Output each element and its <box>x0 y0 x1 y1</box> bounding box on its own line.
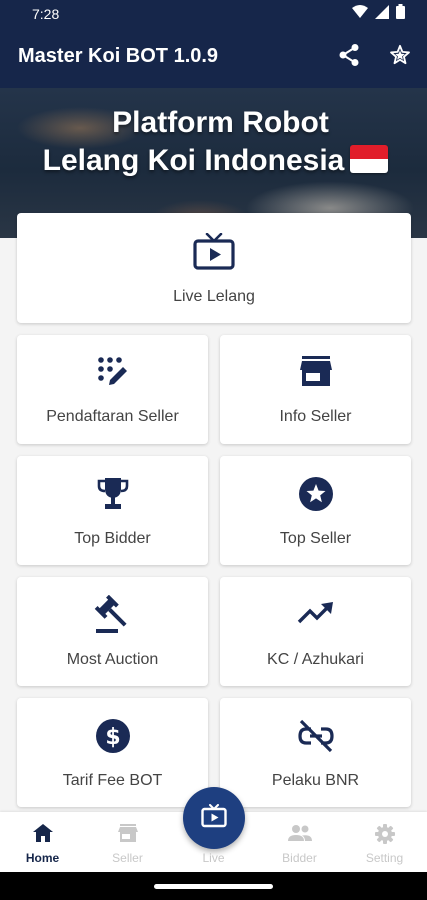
nav-item-seller[interactable]: Seller <box>85 812 170 872</box>
star-rate-icon <box>389 44 411 71</box>
top-seller-card[interactable]: Top Seller <box>220 456 411 565</box>
gear-icon <box>342 824 427 844</box>
top-seller-label: Top Seller <box>279 530 352 547</box>
pelaku-bnr-card[interactable]: Pelaku BNR <box>220 698 411 807</box>
live-lelang-label: Live Lelang <box>173 288 255 305</box>
nav-item-home[interactable]: Home <box>0 812 85 872</box>
info-seller-card[interactable]: Info Seller <box>220 335 411 444</box>
star-badge-icon <box>220 476 411 512</box>
indonesia-flag-icon <box>350 145 389 173</box>
nav-label-bidder: Bidder <box>282 851 317 865</box>
nav-item-bidder[interactable]: Bidder <box>257 812 342 872</box>
kc-azhukari-label: KC / Azhukari <box>267 651 364 668</box>
live-tv-icon <box>201 803 227 833</box>
pendaftaran-seller-card[interactable]: Pendaftaran Seller <box>17 335 208 444</box>
nav-label-seller: Seller <box>112 851 143 865</box>
signal-icon <box>375 4 389 24</box>
dollar-circle-icon: $ <box>17 718 208 754</box>
most-auction-label: Most Auction <box>66 651 159 668</box>
live-lelang-card[interactable]: Live Lelang <box>17 213 411 323</box>
live-fab-button[interactable] <box>183 787 245 849</box>
trophy-icon <box>17 476 208 512</box>
status-time: 7:28 <box>32 6 60 22</box>
gesture-handle[interactable] <box>154 884 273 889</box>
nav-label-setting: Setting <box>365 851 404 865</box>
svg-text:$: $ <box>105 725 120 750</box>
status-icons <box>352 4 405 24</box>
nav-item-setting[interactable]: Setting <box>342 812 427 872</box>
top-bidder-label: Top Bidder <box>74 530 151 547</box>
app-title: Master Koi BOT 1.0.9 <box>18 45 219 67</box>
pendaftaran-seller-label: Pendaftaran Seller <box>46 408 179 425</box>
dialpad-edit-icon <box>17 355 208 389</box>
trending-up-icon <box>220 601 411 625</box>
live-tv-icon <box>17 233 411 273</box>
people-icon <box>257 824 342 842</box>
status-bar: 7:28 <box>0 0 427 28</box>
info-seller-label: Info Seller <box>279 408 352 425</box>
gavel-icon <box>17 595 208 635</box>
kc-azhukari-card[interactable]: KC / Azhukari <box>220 577 411 686</box>
share-button[interactable] <box>335 43 363 71</box>
tarif-fee-bot-label: Tarif Fee BOT <box>62 772 163 789</box>
tarif-fee-bot-card[interactable]: $ Tarif Fee BOT <box>17 698 208 807</box>
most-auction-card[interactable]: Most Auction <box>17 577 208 686</box>
system-gesture-bar <box>0 872 427 900</box>
nav-label-live: Live <box>202 851 225 865</box>
hero-title-line-2: Lelang Koi Indonesia <box>0 144 427 178</box>
pelaku-bnr-label: Pelaku BNR <box>271 772 360 789</box>
store-icon <box>85 824 170 842</box>
store-icon <box>220 355 411 387</box>
app-bar: Master Koi BOT 1.0.9 <box>0 28 427 88</box>
wifi-icon <box>352 4 368 24</box>
nav-label-home: Home <box>25 851 60 865</box>
battery-icon <box>396 4 405 24</box>
hero-title-line-1: Platform Robot <box>112 106 329 139</box>
share-icon <box>338 43 360 72</box>
link-off-icon <box>220 718 411 754</box>
home-icon <box>0 824 85 842</box>
rate-button[interactable] <box>386 43 414 71</box>
hero-title-line-2-text: Lelang Koi Indonesia <box>42 144 345 177</box>
top-bidder-card[interactable]: Top Bidder <box>17 456 208 565</box>
